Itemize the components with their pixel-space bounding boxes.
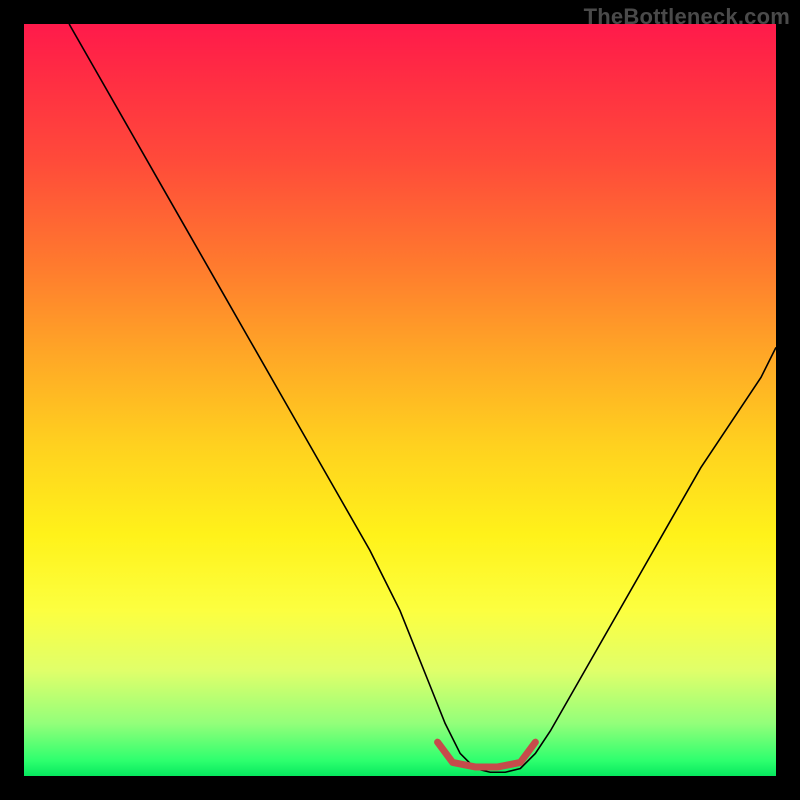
chart-frame: TheBottleneck.com	[0, 0, 800, 800]
optimal-zone-path	[438, 742, 536, 767]
curve-layer	[24, 24, 776, 776]
plot-area	[24, 24, 776, 776]
bottleneck-curve-path	[69, 24, 776, 772]
watermark-text: TheBottleneck.com	[584, 4, 790, 30]
